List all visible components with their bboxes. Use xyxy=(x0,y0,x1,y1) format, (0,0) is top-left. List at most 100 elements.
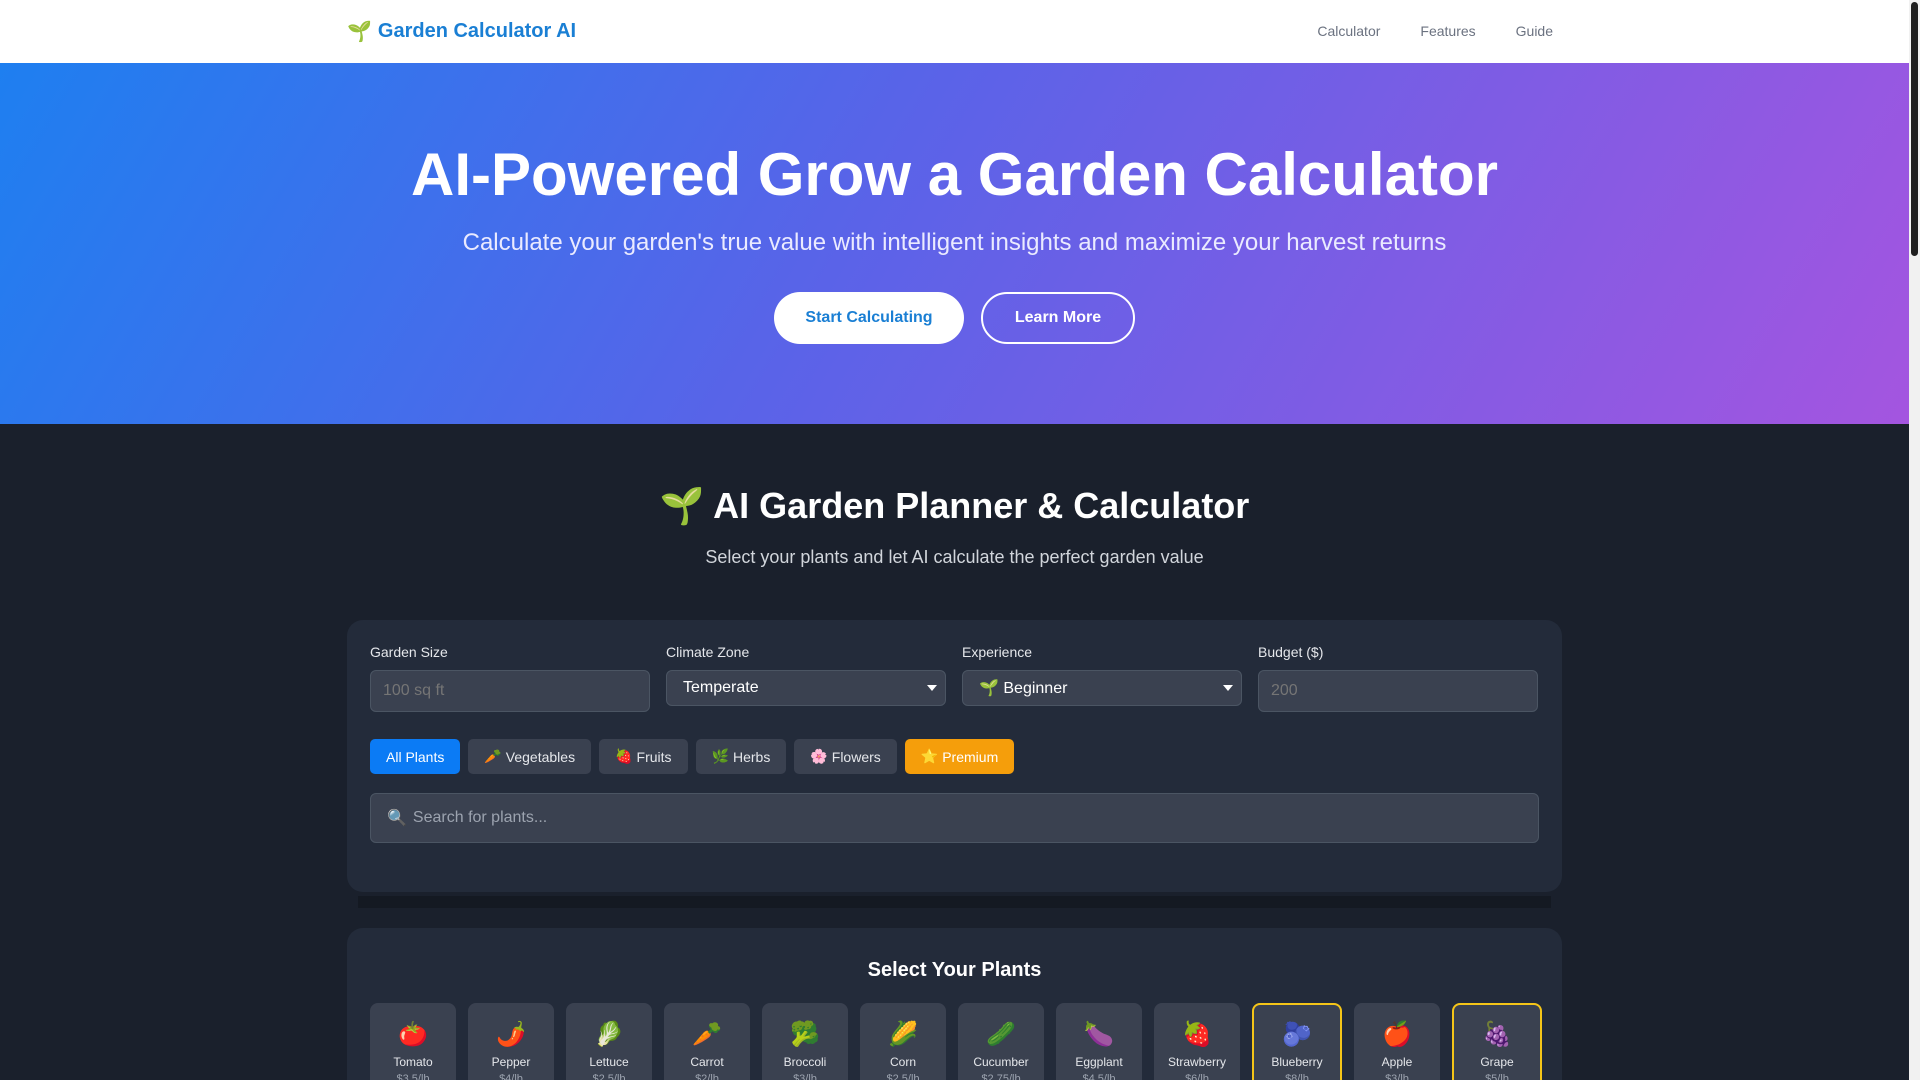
plant-price: $6/lb xyxy=(1185,1073,1209,1080)
plant-price: $4.5/lb xyxy=(1082,1073,1116,1080)
seedling-icon: 🌱 xyxy=(347,21,372,43)
plant-card-broccoli[interactable]: 🥦 Broccoli $3/lb xyxy=(762,1003,848,1080)
hero-subtitle: Calculate your garden's true value with … xyxy=(462,229,1447,256)
plant-search-box: 🔍 xyxy=(370,793,1539,843)
plant-price: $3/lb xyxy=(793,1073,817,1080)
herb-icon: 🌿 xyxy=(711,748,729,764)
experience-value: 🌱 Beginner xyxy=(979,680,1068,697)
strawberry-icon: 🍓 xyxy=(615,748,633,764)
plants-grid: 🍅 Tomato $3.5/lb 🌶️ Pepper $4/lb 🥬 Lettuce $2.5/… xyxy=(370,1003,1542,1080)
planner-form-card: Garden Size Climate Zone Temperate Exper… xyxy=(347,620,1562,892)
experience-select[interactable]: 🌱 Beginner xyxy=(962,670,1242,706)
plant-name: Tomato xyxy=(393,1055,433,1069)
plant-name: Cucumber xyxy=(973,1055,1029,1069)
garden-size-field: Garden Size xyxy=(370,644,650,712)
plant-card-corn[interactable]: 🌽 Corn $2.5/lb xyxy=(860,1003,946,1080)
nav-link-guide[interactable]: Guide xyxy=(1516,23,1553,39)
plant-card-cucumber[interactable]: 🥒 Cucumber $2.75/lb xyxy=(958,1003,1044,1080)
learn-more-button[interactable]: Learn More xyxy=(981,292,1135,344)
filter-label: Herbs xyxy=(732,748,771,765)
plant-card-carrot[interactable]: 🥕 Carrot $2/lb xyxy=(664,1003,750,1080)
filter-flowers[interactable]: 🌸 Flowers xyxy=(794,739,897,774)
search-icon: 🔍 xyxy=(387,810,407,827)
plant-name: Strawberry xyxy=(1167,1055,1226,1069)
plant-price: $3.5/lb xyxy=(396,1073,430,1080)
plant-card-grape[interactable]: 🍇 Grape $5/lb xyxy=(1452,1003,1542,1080)
climate-zone-select[interactable]: Temperate xyxy=(666,670,946,706)
plant-name: Corn xyxy=(889,1055,916,1069)
filter-label: Flowers xyxy=(831,748,881,765)
corn-icon: 🌽 xyxy=(888,1021,918,1048)
planner-title: 🌱 AI Garden Planner & Calculator xyxy=(0,485,1909,527)
plant-filter-chips: All Plants 🥕 Vegetables 🍓 Fruits 🌿 Herbs… xyxy=(370,739,1015,774)
plant-price: $5/lb xyxy=(1485,1073,1509,1080)
planner-title-text: AI Garden Planner & Calculator xyxy=(713,485,1250,526)
hero-section: AI-Powered Grow a Garden Calculator Calc… xyxy=(0,63,1909,424)
broccoli-icon: 🥦 xyxy=(790,1021,820,1048)
pepper-icon: 🌶️ xyxy=(496,1021,526,1048)
tomato-icon: 🍅 xyxy=(398,1021,428,1048)
filter-vegetables[interactable]: 🥕 Vegetables xyxy=(468,739,592,774)
filter-herbs[interactable]: 🌿 Herbs xyxy=(695,739,787,774)
climate-zone-field: Climate Zone Temperate xyxy=(666,644,946,706)
plant-price: $3/lb xyxy=(1385,1073,1409,1080)
filter-all-plants[interactable]: All Plants xyxy=(370,739,461,774)
strawberry-icon: 🍓 xyxy=(1182,1021,1212,1048)
seedling-icon: 🌱 xyxy=(659,485,705,526)
lettuce-icon: 🥬 xyxy=(594,1021,624,1048)
nav-links: Calculator Features Guide xyxy=(1317,23,1553,39)
plant-name: Lettuce xyxy=(589,1055,629,1069)
plants-section-title: Select Your Plants xyxy=(867,959,1042,981)
plant-name: Carrot xyxy=(690,1055,724,1069)
experience-field: Experience 🌱 Beginner xyxy=(962,644,1242,706)
climate-zone-value: Temperate xyxy=(683,679,759,696)
nav-link-calculator[interactable]: Calculator xyxy=(1317,23,1380,39)
page-scrollbar[interactable] xyxy=(1909,0,1920,1080)
climate-zone-label: Climate Zone xyxy=(666,644,750,660)
nav-link-features[interactable]: Features xyxy=(1420,23,1475,39)
plant-price: $2.5/lb xyxy=(592,1073,626,1080)
plant-card-apple[interactable]: 🍎 Apple $3/lb xyxy=(1354,1003,1440,1080)
planner-subtitle: Select your plants and let AI calculate … xyxy=(705,547,1204,567)
budget-label: Budget ($) xyxy=(1258,644,1324,660)
hero-buttons: Start Calculating Learn More xyxy=(0,292,1909,344)
plant-name: Pepper xyxy=(491,1055,531,1069)
plant-card-lettuce[interactable]: 🥬 Lettuce $2.5/lb xyxy=(566,1003,652,1080)
grape-icon: 🍇 xyxy=(1482,1021,1512,1048)
plant-card-pepper[interactable]: 🌶️ Pepper $4/lb xyxy=(468,1003,554,1080)
plant-name: Broccoli xyxy=(783,1055,827,1069)
brand-logo[interactable]: 🌱 Garden Calculator AI xyxy=(347,19,576,44)
filter-label: All Plants xyxy=(386,748,445,765)
plant-card-eggplant[interactable]: 🍆 Eggplant $4.5/lb xyxy=(1056,1003,1142,1080)
start-calculating-button[interactable]: Start Calculating xyxy=(774,292,964,344)
garden-size-input[interactable] xyxy=(370,670,650,712)
filter-label: Fruits xyxy=(636,748,672,765)
plant-search-input[interactable] xyxy=(412,809,1513,827)
plant-name: Grape xyxy=(1480,1055,1514,1069)
filter-label: Vegetables xyxy=(505,748,576,765)
filter-label: Premium xyxy=(942,748,999,765)
plant-card-tomato[interactable]: 🍅 Tomato $3.5/lb xyxy=(370,1003,456,1080)
plant-price: $2.5/lb xyxy=(886,1073,920,1080)
brand-name: Garden Calculator AI xyxy=(377,20,577,42)
planner-section: 🌱 AI Garden Planner & Calculator Select … xyxy=(0,424,1909,1080)
plant-name: Eggplant xyxy=(1075,1055,1123,1069)
flower-icon: 🌸 xyxy=(810,748,828,764)
plant-card-strawberry[interactable]: 🍓 Strawberry $6/lb xyxy=(1154,1003,1240,1080)
cucumber-icon: 🥒 xyxy=(986,1021,1016,1048)
card-divider xyxy=(358,896,1551,908)
eggplant-icon: 🍆 xyxy=(1084,1021,1114,1048)
chevron-down-icon xyxy=(1223,685,1233,691)
blueberry-icon: 🫐 xyxy=(1282,1021,1312,1048)
experience-label: Experience xyxy=(962,644,1033,660)
plant-price: $8/lb xyxy=(1285,1073,1309,1080)
carrot-icon: 🥕 xyxy=(692,1021,722,1048)
filter-fruits[interactable]: 🍓 Fruits xyxy=(599,739,688,774)
apple-icon: 🍎 xyxy=(1382,1021,1412,1048)
plant-price: $2.75/lb xyxy=(981,1073,1021,1080)
budget-input[interactable] xyxy=(1258,670,1538,712)
plant-card-blueberry[interactable]: 🫐 Blueberry $8/lb xyxy=(1252,1003,1342,1080)
plant-price: $2/lb xyxy=(695,1073,719,1080)
scrollbar-thumb[interactable] xyxy=(1911,2,1918,256)
filter-premium[interactable]: ⭐ Premium xyxy=(904,739,1015,774)
